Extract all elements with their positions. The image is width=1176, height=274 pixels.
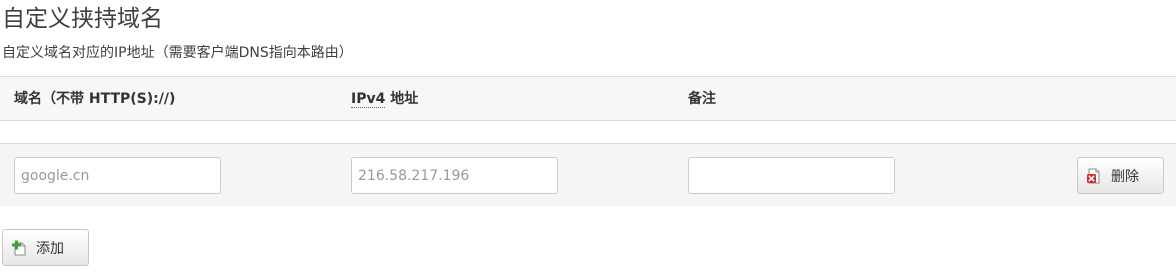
page-title: 自定义挟持域名 — [2, 6, 163, 32]
header-ipv4: IPv4 地址 — [351, 90, 418, 108]
table-spacer-row — [0, 121, 1176, 144]
header-domain: 域名（不带 HTTP(S)://) — [14, 91, 176, 107]
header-note: 备注 — [688, 91, 716, 107]
header-ipv4-abbr: IPv4 — [351, 91, 386, 108]
table-row: 删除 — [0, 144, 1176, 206]
domain-input[interactable] — [14, 157, 221, 194]
add-button-label: 添加 — [36, 240, 64, 257]
ipv4-input[interactable] — [351, 157, 558, 194]
note-input[interactable] — [688, 157, 895, 194]
delete-button[interactable]: 删除 — [1077, 157, 1164, 194]
header-ipv4-label: 地址 — [385, 91, 419, 107]
table-header: 域名（不带 HTTP(S)://) IPv4 地址 备注 — [0, 76, 1176, 121]
add-icon — [11, 240, 27, 256]
add-button[interactable]: 添加 — [2, 229, 89, 266]
delete-button-label: 删除 — [1111, 168, 1139, 185]
page-description: 自定义域名对应的IP地址（需要客户端DNS指向本路由） — [2, 45, 353, 61]
delete-icon — [1086, 168, 1102, 184]
